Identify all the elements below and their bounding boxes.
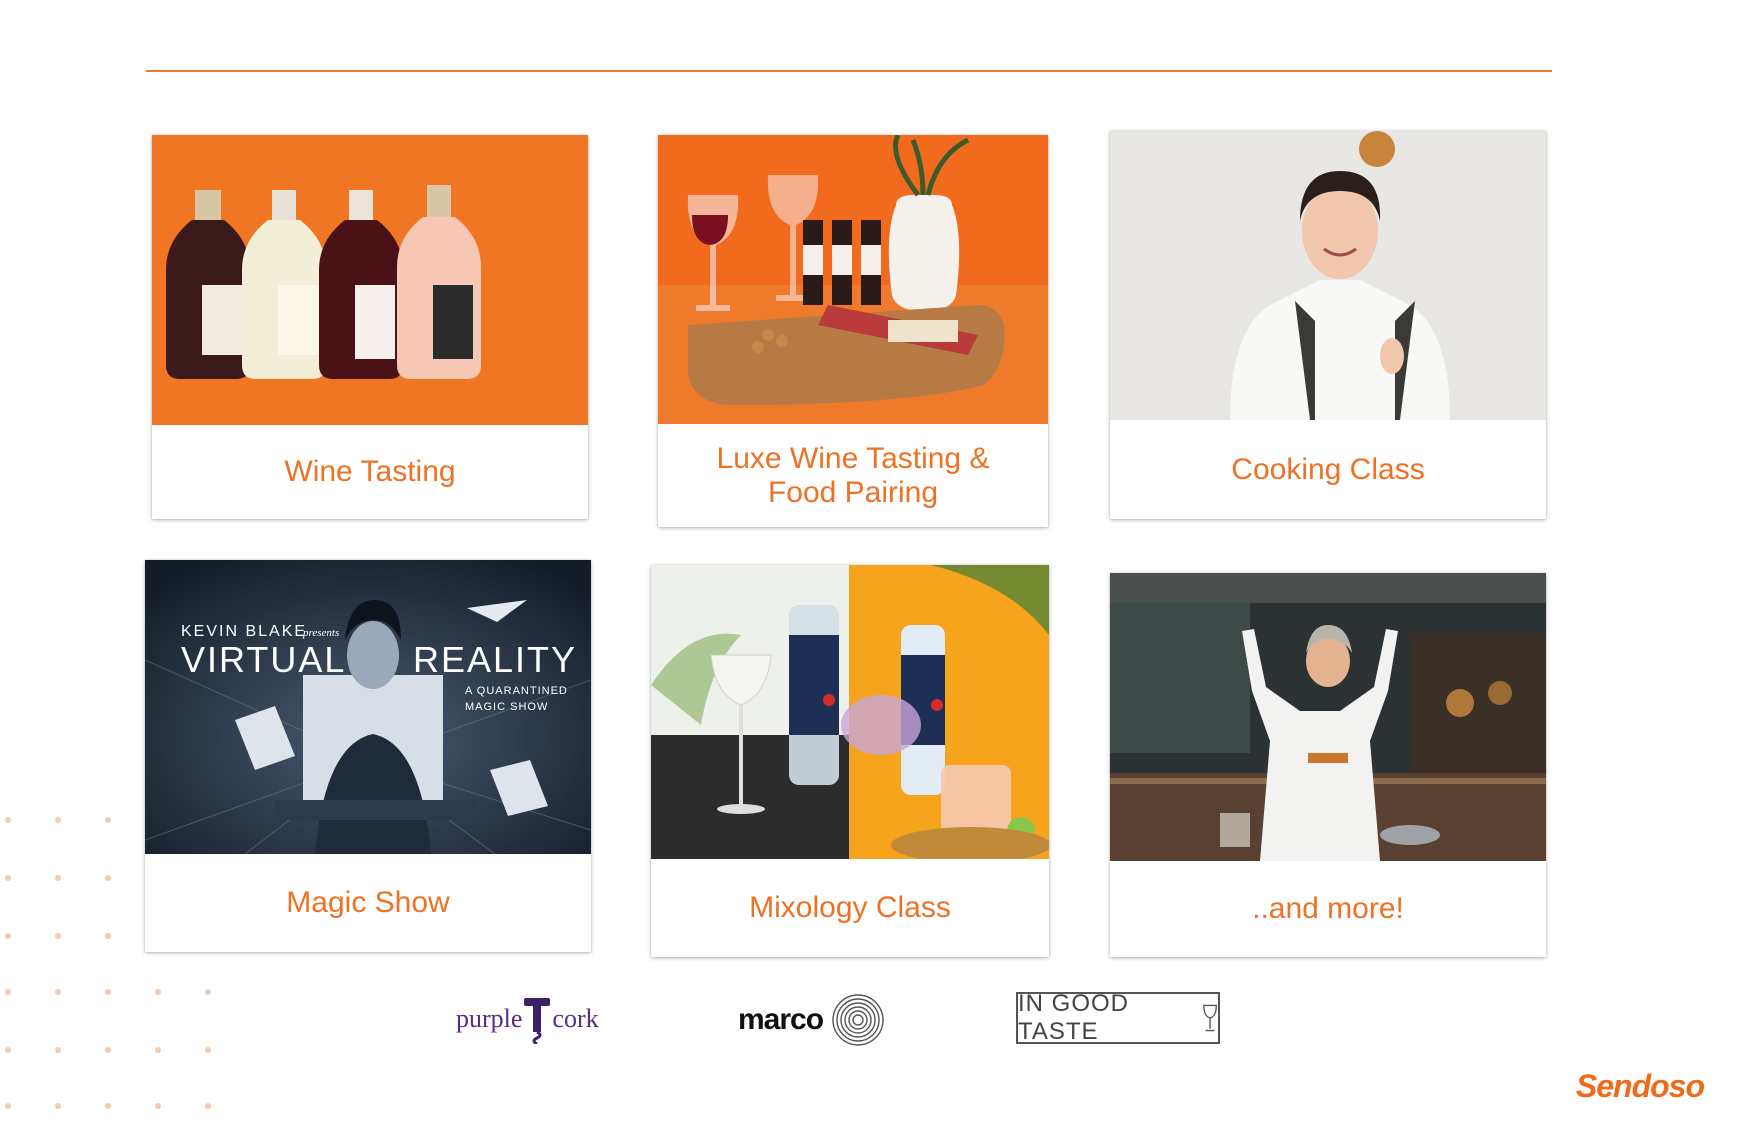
corkscrew-icon — [524, 998, 551, 1044]
poster-presents: presents — [302, 627, 339, 639]
sendoso-logo: Sendoso — [1575, 1068, 1705, 1104]
poster-tagline-2: MAGIC SHOW — [465, 701, 548, 713]
card-caption[interactable]: Wine Tasting — [152, 425, 588, 519]
chef-kitchen-image — [1110, 573, 1546, 861]
concentric-circles-icon — [832, 994, 884, 1046]
card-caption[interactable]: ..and more! — [1110, 861, 1546, 957]
card-caption[interactable]: Mixology Class — [651, 859, 1049, 957]
poster-tagline-1: A QUARANTINED — [465, 685, 568, 697]
chef-image — [1110, 131, 1546, 420]
purple-cork-logo: purple cork — [456, 993, 599, 1045]
card-mixology-class[interactable]: Mixology Class — [651, 565, 1049, 957]
marco-logo: marco — [738, 993, 885, 1047]
card-caption[interactable]: Luxe Wine Tasting & Food Pairing — [658, 424, 1048, 527]
poster-word-2: REALITY — [413, 639, 577, 680]
top-divider — [146, 70, 1552, 72]
poster-presenter: KEVIN BLAKE — [181, 623, 307, 640]
wine-glass-icon — [1203, 1004, 1217, 1032]
card-caption[interactable]: Cooking Class — [1110, 420, 1546, 519]
caption-line-2: Food Pairing — [767, 475, 939, 509]
purple-cork-logo-part2: cork — [552, 1004, 599, 1033]
cocktails-image — [651, 565, 1049, 859]
card-and-more[interactable]: ..and more! — [1110, 573, 1546, 957]
wine-bottles-image — [152, 135, 588, 425]
in-good-taste-logo: IN GOOD TASTE — [1016, 990, 1220, 1045]
purple-cork-logo-part1: purple — [456, 1004, 523, 1033]
marco-logo-text: marco — [738, 1003, 824, 1036]
caption-line-1: Luxe Wine Tasting & — [716, 441, 990, 475]
poster-word-1: VIRTUAL — [181, 639, 346, 680]
in-good-taste-logo-text: IN GOOD TASTE — [1018, 990, 1130, 1045]
wine-charcuterie-image — [658, 135, 1048, 424]
card-cooking-class[interactable]: Cooking Class — [1110, 131, 1546, 519]
card-luxe-wine-food[interactable]: Luxe Wine Tasting & Food Pairing — [658, 135, 1048, 527]
card-wine-tasting[interactable]: Wine Tasting — [152, 135, 588, 519]
decorative-dot-grid — [5, 817, 211, 1109]
